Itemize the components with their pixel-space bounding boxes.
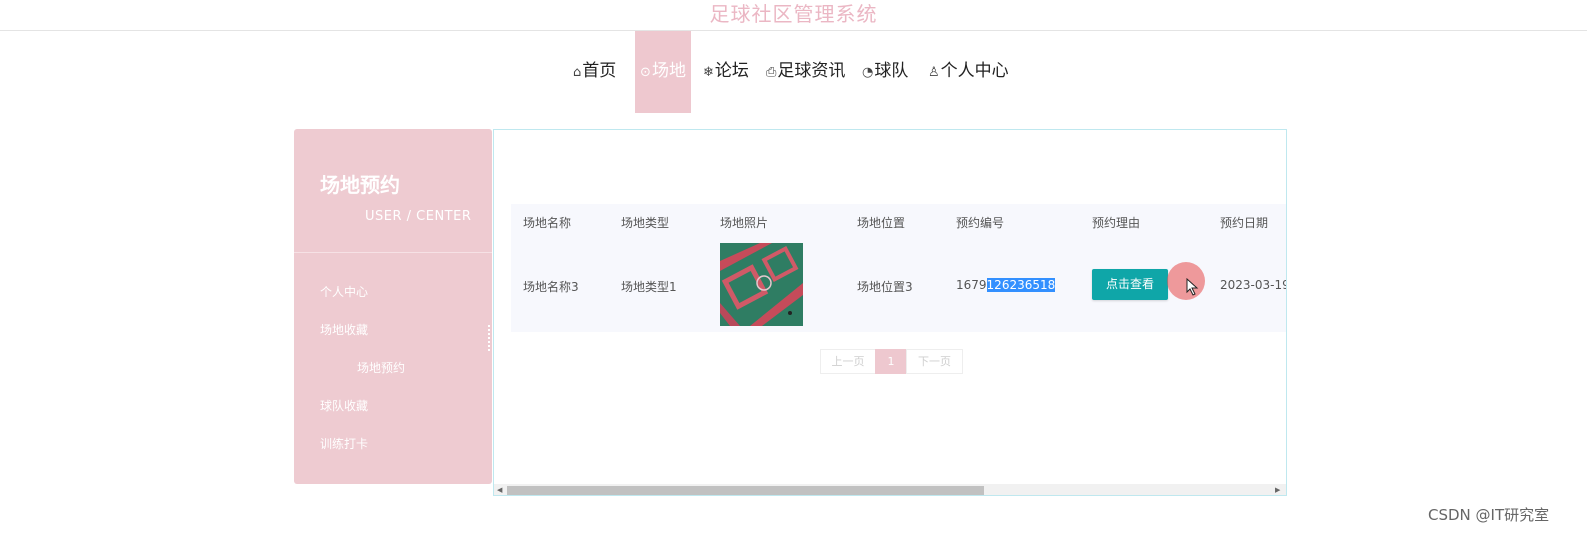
view-reason-button[interactable]: 点击查看 (1092, 269, 1168, 300)
cell-venue-type: 场地类型1 (621, 280, 677, 294)
column-header: 场地位置 (857, 216, 906, 230)
selected-text: 126236518 (986, 278, 1056, 292)
scroll-right-arrow-icon[interactable]: ▶ (1275, 486, 1280, 495)
nav-item-venue[interactable]: ⊙场地 (635, 31, 691, 113)
scroll-left-arrow-icon[interactable]: ◀ (497, 486, 502, 495)
nav-item-news-label: 足球资讯 (777, 61, 846, 81)
nav-item-home-label: 首页 (582, 61, 617, 81)
printer-icon: ⎙ (766, 65, 777, 80)
sidebar-item-team-favorites[interactable]: 球队收藏 (320, 397, 368, 414)
content-panel: 场地名称 场地类型 场地照片 场地位置 预约编号 预约理由 预约日期 场地名称3… (493, 129, 1287, 496)
column-header: 预约日期 (1220, 216, 1269, 230)
sidebar-item-venue-favorites[interactable]: 场地收藏 (320, 321, 368, 338)
cell-booking-date: 2023-03-19 (1220, 278, 1287, 292)
sidebar-divider (294, 252, 492, 253)
horizontal-scrollbar[interactable]: ◀ ▶ (494, 484, 1286, 495)
prev-page-button[interactable]: 上一页 (820, 349, 876, 374)
column-header: 场地照片 (720, 216, 769, 230)
sidebar-subtitle: USER / CENTER (365, 209, 472, 224)
nav-item-team[interactable]: ◔球队 (862, 31, 908, 113)
nav-item-news[interactable]: ⎙足球资讯 (766, 31, 845, 113)
next-page-button[interactable]: 下一页 (906, 349, 963, 374)
gauge-icon: ◔ (862, 65, 874, 80)
venue-icon: ⊙ (640, 65, 651, 80)
nav-item-venue-label: 场地 (651, 61, 686, 81)
nav-item-team-label: 球队 (874, 61, 909, 81)
booking-number-prefix: 1679 (956, 278, 987, 292)
sidebar-item-training-checkin[interactable]: 训练打卡 (320, 435, 368, 452)
column-header: 预约理由 (1092, 216, 1141, 230)
home-icon: ⌂ (573, 65, 582, 80)
site-title: 足球社区管理系统 (709, 2, 878, 26)
main-nav: ⌂首页 ⊙场地 ❄论坛 ⎙足球资讯 ◔球队 ♙个人中心 (0, 31, 1587, 113)
sidebar-item-venue-booking[interactable]: 场地预约 (357, 359, 405, 376)
column-header: 场地名称 (523, 216, 572, 230)
booking-table: 场地名称 场地类型 场地照片 场地位置 预约编号 预约理由 预约日期 场地名称3… (511, 204, 1287, 332)
nav-item-user-center[interactable]: ♙个人中心 (928, 31, 1009, 113)
sidebar: 场地预约 USER / CENTER 个人中心 场地收藏 场地预约 球队收藏 训… (294, 129, 492, 484)
watermark: CSDN @IT研究室 (1428, 506, 1550, 524)
sidebar-title: 场地预约 (320, 173, 400, 197)
sidebar-item-user-center[interactable]: 个人中心 (320, 283, 368, 300)
nav-item-home[interactable]: ⌂首页 (573, 31, 616, 113)
site-header: 足球社区管理系统 (0, 0, 1587, 31)
nav-item-forum[interactable]: ❄论坛 (703, 31, 749, 113)
snowflake-icon: ❄ (703, 65, 714, 80)
cell-venue-location: 场地位置3 (857, 280, 913, 294)
mouse-cursor-icon (1186, 278, 1199, 296)
scrollbar-thumb[interactable] (507, 486, 984, 495)
page-number-current[interactable]: 1 (875, 349, 907, 374)
column-header: 场地类型 (621, 216, 670, 230)
column-header: 预约编号 (956, 216, 1005, 230)
nav-item-forum-label: 论坛 (714, 61, 749, 81)
venue-photo[interactable] (720, 243, 803, 326)
user-icon: ♙ (928, 65, 940, 80)
cell-venue-name: 场地名称3 (523, 280, 579, 294)
cell-booking-number: 1679126236518 (956, 278, 1056, 292)
nav-item-user-center-label: 个人中心 (940, 61, 1009, 81)
court-image (720, 243, 803, 326)
